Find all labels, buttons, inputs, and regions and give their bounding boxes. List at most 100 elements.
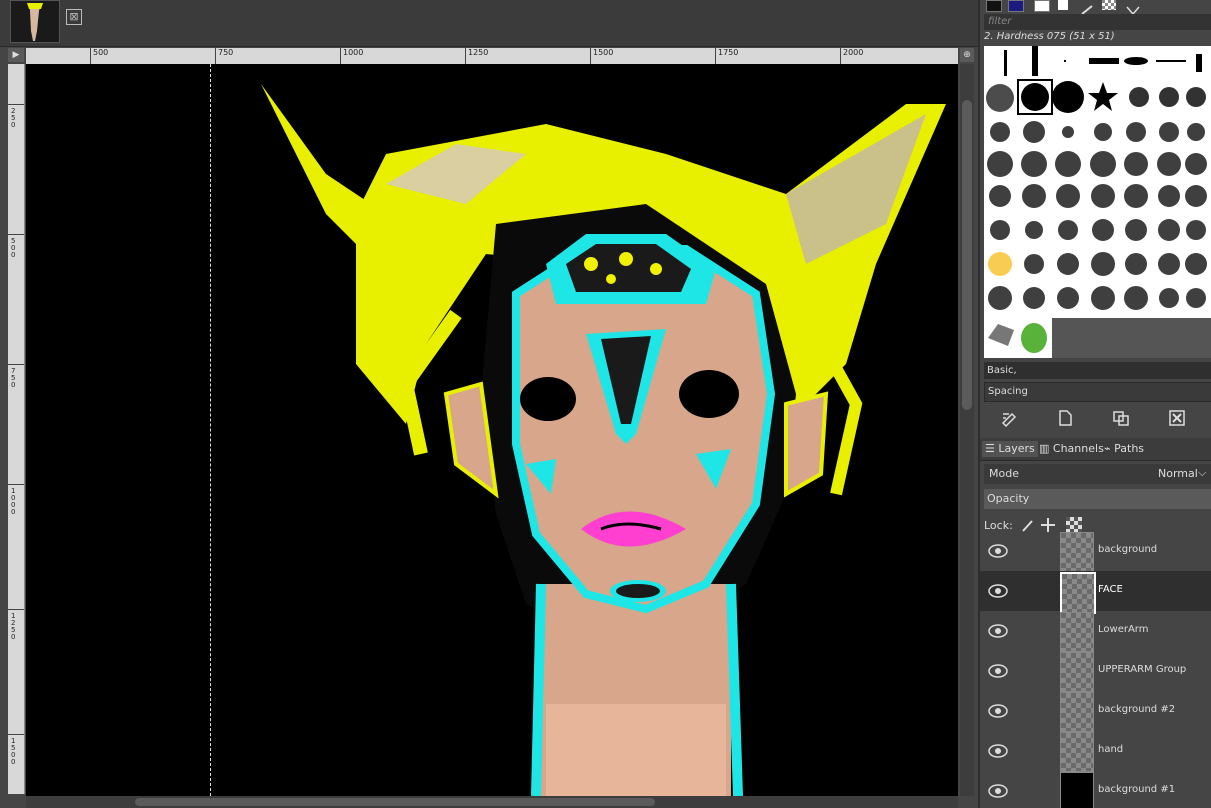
pattern-icon[interactable] (1008, 0, 1024, 12)
new-brush-icon[interactable] (1055, 409, 1075, 427)
layer-row-selected[interactable]: FACE (980, 571, 1211, 614)
brush-icon[interactable] (986, 0, 1002, 12)
ruler-label: 1000 (343, 48, 364, 57)
selected-brush-name: 2. Hardness 075 (51 x 51) (984, 31, 1115, 42)
vertical-scroll-thumb[interactable] (962, 100, 972, 410)
chevron-down-icon[interactable]: ⌵ (1198, 466, 1206, 480)
tab-label: Layers (998, 442, 1035, 455)
eye-icon[interactable] (988, 783, 1008, 798)
layers-panel-tabs: ☰ Layers ▥ Channels ⌁ Paths (980, 438, 1211, 461)
layer-row[interactable]: background #1 (980, 771, 1211, 808)
tab-label: Paths (1114, 442, 1145, 455)
eye-icon[interactable] (988, 543, 1008, 558)
layer-mode-row: Mode Normal ⌵ (984, 464, 1211, 484)
mode-label: Mode (989, 467, 1019, 480)
eye-icon[interactable] (988, 663, 1008, 678)
ruler-label: 1500 (11, 737, 16, 766)
layer-thumbnail (1060, 692, 1094, 732)
tab-channels[interactable]: ▥ Channels (1036, 441, 1107, 457)
layer-name[interactable]: hand (1098, 744, 1123, 755)
opacity-slider[interactable]: Opacity (984, 489, 1211, 509)
delete-brush-icon[interactable] (1167, 409, 1187, 427)
ruler-tick (8, 364, 24, 365)
checker-icon[interactable] (1102, 0, 1116, 10)
font-icon[interactable] (1034, 0, 1050, 12)
edit-brush-icon[interactable] (999, 409, 1019, 428)
image-canvas[interactable] (26, 64, 958, 796)
ruler-tick (590, 48, 591, 64)
horizontal-scroll-thumb[interactable] (135, 798, 655, 806)
layer-row[interactable]: background #2 (980, 691, 1211, 732)
ruler-label: 500 (11, 237, 16, 259)
layer-thumbnail (1060, 572, 1096, 614)
layer-name[interactable]: FACE (1098, 584, 1123, 595)
layers-icon: ☰ (985, 442, 995, 455)
ruler-label: 1250 (468, 48, 489, 57)
layer-row[interactable]: LowerArm (980, 611, 1211, 652)
brush-filter-input[interactable]: filter (984, 14, 1211, 30)
paths-icon: ⌁ (1104, 442, 1111, 455)
ruler-label: 250 (11, 107, 16, 129)
eye-icon[interactable] (988, 743, 1008, 758)
eye-icon[interactable] (988, 583, 1008, 598)
layer-name[interactable]: background #1 (1098, 784, 1175, 795)
channels-icon: ▥ (1039, 442, 1050, 455)
layer-thumbnail (1060, 732, 1094, 772)
navigate-icon[interactable]: ⊕ (960, 48, 974, 62)
layer-name[interactable]: background #2 (1098, 704, 1175, 715)
ruler-label: 1750 (718, 48, 739, 57)
brush-tags-input[interactable]: Basic, (984, 362, 1211, 379)
gradient-icon[interactable] (1126, 0, 1140, 16)
mode-dropdown[interactable]: Normal (1158, 467, 1198, 480)
quick-mask-toggle[interactable]: ▶ (8, 48, 24, 62)
paint-dynamics-icon[interactable] (1080, 0, 1094, 15)
image-tab-strip (0, 0, 978, 47)
ruler-tick (715, 48, 716, 64)
ruler-tick (8, 734, 24, 735)
ruler-tick (8, 484, 24, 485)
image-thumbnail-tab[interactable] (10, 0, 60, 43)
ruler-tick (8, 609, 24, 610)
layer-name[interactable]: UPPERARM Group (1098, 664, 1186, 675)
eye-icon[interactable] (988, 623, 1008, 638)
vertical-guide[interactable] (210, 64, 211, 796)
ruler-tick (8, 104, 24, 105)
brush-grid[interactable] (984, 46, 1211, 358)
ruler-label: 750 (11, 367, 16, 389)
layer-name[interactable]: background (1098, 544, 1157, 555)
layer-thumbnail (1060, 612, 1094, 652)
layer-row[interactable]: hand (980, 731, 1211, 772)
close-icon[interactable]: ⊠ (66, 9, 82, 25)
ruler-tick (215, 48, 216, 64)
duplicate-brush-icon[interactable] (1111, 409, 1131, 427)
tab-paths[interactable]: ⌁ Paths (1101, 441, 1147, 457)
ruler-tick (465, 48, 466, 64)
artwork-illustration (261, 84, 946, 796)
brush-presets (986, 46, 1211, 358)
layer-row[interactable]: background (980, 531, 1211, 572)
ruler-tick (90, 48, 91, 64)
layer-thumbnail (1060, 772, 1094, 808)
layer-thumbnail (1060, 652, 1094, 692)
ruler-label: 2000 (843, 48, 864, 57)
ruler-tick (8, 234, 24, 235)
ruler-label: 1000 (11, 487, 16, 516)
ruler-label: 500 (93, 48, 109, 57)
figure-thumbnail-icon (11, 1, 59, 42)
vertical-ruler[interactable]: 250 500 750 1000 1250 1500 (8, 64, 25, 794)
layer-row[interactable]: UPPERARM Group (980, 651, 1211, 692)
spacing-slider[interactable]: Spacing (984, 382, 1211, 402)
layer-thumbnail (1060, 532, 1094, 572)
dock-tab-icons (984, 0, 1211, 16)
ruler-label: 750 (218, 48, 234, 57)
ruler-tick (340, 48, 341, 64)
tab-layers[interactable]: ☰ Layers (982, 441, 1038, 457)
document-icon[interactable] (1058, 0, 1068, 10)
ruler-label: 1500 (593, 48, 614, 57)
ruler-label: 1250 (11, 612, 16, 641)
ruler-tick (840, 48, 841, 64)
horizontal-ruler[interactable]: 500 750 1000 1250 1500 1750 2000 (26, 48, 958, 65)
eye-icon[interactable] (988, 703, 1008, 718)
layer-name[interactable]: LowerArm (1098, 624, 1148, 635)
tab-label: Channels (1052, 442, 1104, 455)
